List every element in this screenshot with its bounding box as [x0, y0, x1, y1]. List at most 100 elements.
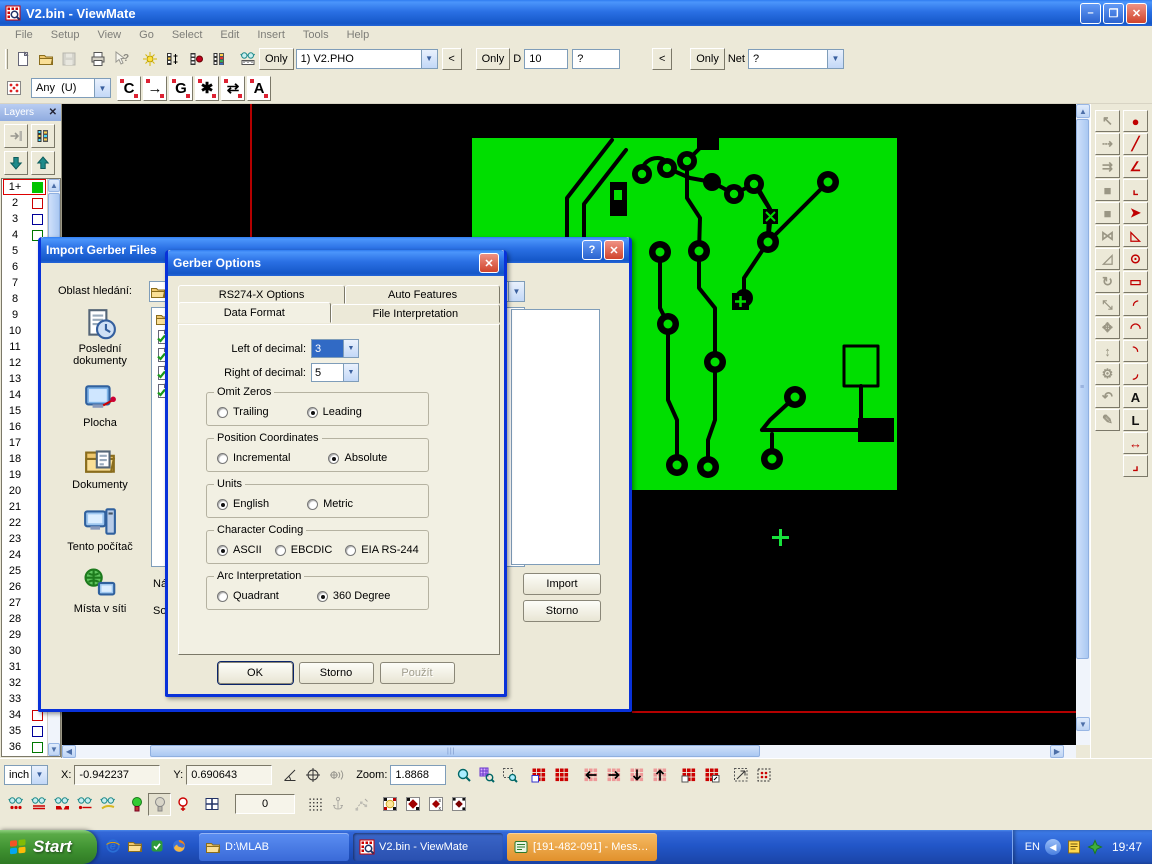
radio-incremental[interactable]: Incremental: [217, 452, 290, 464]
select-component-button[interactable]: C: [117, 76, 141, 101]
angle-measure-icon[interactable]: [278, 763, 301, 786]
unit-combo[interactable]: inch ▼: [4, 765, 48, 785]
dcode-sort-icon[interactable]: sx: [424, 793, 447, 816]
new-document-icon[interactable]: [11, 47, 34, 70]
horizontal-scrollbar[interactable]: ◀ ||| ▶: [62, 745, 1076, 758]
undo-button[interactable]: ↶: [1095, 386, 1120, 408]
tab-data-format[interactable]: Data Format: [178, 302, 331, 323]
scroll-down-button[interactable]: ▼: [48, 743, 60, 756]
quad-window-icon[interactable]: [200, 793, 223, 816]
mirror-vertical-button[interactable]: ◿: [1095, 248, 1120, 270]
measure-glasses-icon[interactable]: [236, 47, 259, 70]
view-pads-icon[interactable]: [4, 793, 27, 816]
ok-button[interactable]: OK: [218, 662, 293, 684]
radio-trailing[interactable]: Trailing: [217, 406, 269, 418]
highlight-flash-icon[interactable]: [138, 47, 161, 70]
menu-file[interactable]: File: [6, 28, 42, 42]
close-icon[interactable]: ✕: [479, 253, 499, 273]
vertical-scroll-thumb[interactable]: ≡: [1076, 119, 1089, 659]
help-button[interactable]: ?: [582, 240, 602, 260]
inspect-film-icon[interactable]: [161, 47, 184, 70]
radio-ascii[interactable]: ASCII: [217, 544, 262, 556]
grid-copy-icon[interactable]: [677, 763, 700, 786]
select-aperture-button[interactable]: ✱: [195, 76, 219, 101]
draw-triangle-button[interactable]: ◺: [1123, 225, 1148, 247]
radio-dot[interactable]: [217, 545, 228, 556]
fill-square-button[interactable]: ■: [1095, 179, 1120, 201]
chevron-down-icon[interactable]: ▼: [343, 340, 358, 357]
zoom-window-icon[interactable]: [498, 763, 521, 786]
probe-crosshair-icon[interactable]: [324, 763, 347, 786]
select-gerber-button[interactable]: G: [169, 76, 193, 101]
bulb-off-icon[interactable]: [148, 793, 171, 816]
scale-object-button[interactable]: ⤡: [1095, 294, 1120, 316]
zoom-grid-icon[interactable]: [475, 763, 498, 786]
scroll-left-button[interactable]: ◀: [62, 745, 76, 758]
vertical-scrollbar[interactable]: ▲ ≡ ▼: [1076, 104, 1090, 745]
place-network[interactable]: Místa v síti: [51, 567, 149, 615]
menu-select[interactable]: Select: [163, 28, 212, 42]
draw-label-button[interactable]: L: [1123, 409, 1148, 431]
menu-edit[interactable]: Edit: [211, 28, 248, 42]
horizontal-scroll-thumb[interactable]: |||: [150, 745, 760, 757]
task-messenger[interactable]: [191-482-091] - Mess…: [507, 833, 657, 861]
chevron-down-icon[interactable]: ▼: [421, 50, 437, 68]
view-centerline-icon[interactable]: [73, 793, 96, 816]
close-icon[interactable]: ✕: [49, 109, 57, 117]
step-right-icon[interactable]: [602, 763, 625, 786]
import-button[interactable]: Import: [523, 573, 601, 595]
draw-text-button[interactable]: A: [1123, 386, 1148, 408]
tray-collapse-icon[interactable]: ◀: [1045, 839, 1061, 855]
chevron-down-icon[interactable]: ▼: [508, 282, 524, 301]
scroll-right-button[interactable]: ▶: [1050, 745, 1064, 758]
save-file-icon[interactable]: [57, 47, 80, 70]
radio-eia-rs-244[interactable]: EIA RS-244: [345, 544, 418, 556]
radio-dot[interactable]: [307, 407, 318, 418]
place-documents[interactable]: Dokumenty: [51, 443, 149, 491]
radio-absolute[interactable]: Absolute: [328, 452, 387, 464]
context-help-icon[interactable]: ?: [109, 47, 132, 70]
language-indicator[interactable]: EN: [1025, 841, 1040, 853]
radio-metric[interactable]: Metric: [307, 498, 353, 510]
radio-dot[interactable]: [217, 453, 228, 464]
layer-combo[interactable]: 1) V2.PHO ▼: [296, 49, 438, 69]
chevron-down-icon[interactable]: ▼: [31, 766, 47, 784]
place-desktop[interactable]: Plocha: [51, 381, 149, 429]
left-of-decimal-combo[interactable]: 3 ▼: [311, 339, 359, 358]
radio-quadrant[interactable]: Quadrant: [217, 590, 279, 602]
radio-english[interactable]: English: [217, 498, 269, 510]
draw-circle-button[interactable]: ⊙: [1123, 248, 1148, 270]
grid-offset-icon[interactable]: [700, 763, 723, 786]
layer-color-swatch[interactable]: [32, 742, 43, 753]
open-file-icon[interactable]: [34, 47, 57, 70]
goto-layer-icon[interactable]: [4, 124, 28, 148]
edit-vertices-button[interactable]: ✎: [1095, 409, 1120, 431]
radio-dot[interactable]: [217, 591, 228, 602]
select-cursor-button[interactable]: ↖: [1095, 110, 1120, 132]
mirror-horizontal-button[interactable]: ⋈: [1095, 225, 1120, 247]
radio-dot[interactable]: [345, 545, 356, 556]
anchor-icon[interactable]: [326, 793, 349, 816]
move-single-button[interactable]: ⇢: [1095, 133, 1120, 155]
menu-go[interactable]: Go: [130, 28, 163, 42]
layer-settings-icon[interactable]: [31, 124, 55, 148]
quick-launch-green-app-icon[interactable]: [149, 838, 167, 856]
place-recent-documents[interactable]: Poslední dokumenty: [51, 307, 149, 367]
resize-diagonal-icon[interactable]: [729, 763, 752, 786]
selection-type-combo[interactable]: Any (U) ▼: [31, 78, 111, 98]
dcode-field[interactable]: 10: [524, 49, 568, 69]
dotted-grid-icon[interactable]: [303, 793, 326, 816]
only-dcode-button[interactable]: Only: [476, 48, 511, 70]
quick-launch-firefox-icon[interactable]: [171, 838, 189, 856]
fill-square-2-button[interactable]: ■: [1095, 202, 1120, 224]
draw-dimension-button[interactable]: ↔: [1123, 432, 1148, 454]
only-layer-button[interactable]: Only: [259, 48, 294, 70]
draw-arc-3-button[interactable]: ◝: [1123, 340, 1148, 362]
draw-arc-4-button[interactable]: ◞: [1123, 363, 1148, 385]
radio-ebcdic[interactable]: EBCDIC: [275, 544, 333, 556]
cancel-button[interactable]: Storno: [523, 600, 601, 622]
radio-dot[interactable]: [275, 545, 286, 556]
scroll-down-button[interactable]: ▼: [1076, 717, 1090, 731]
task-explorer[interactable]: D:\MLAB: [199, 833, 349, 861]
chevron-down-icon[interactable]: ▼: [827, 50, 843, 68]
